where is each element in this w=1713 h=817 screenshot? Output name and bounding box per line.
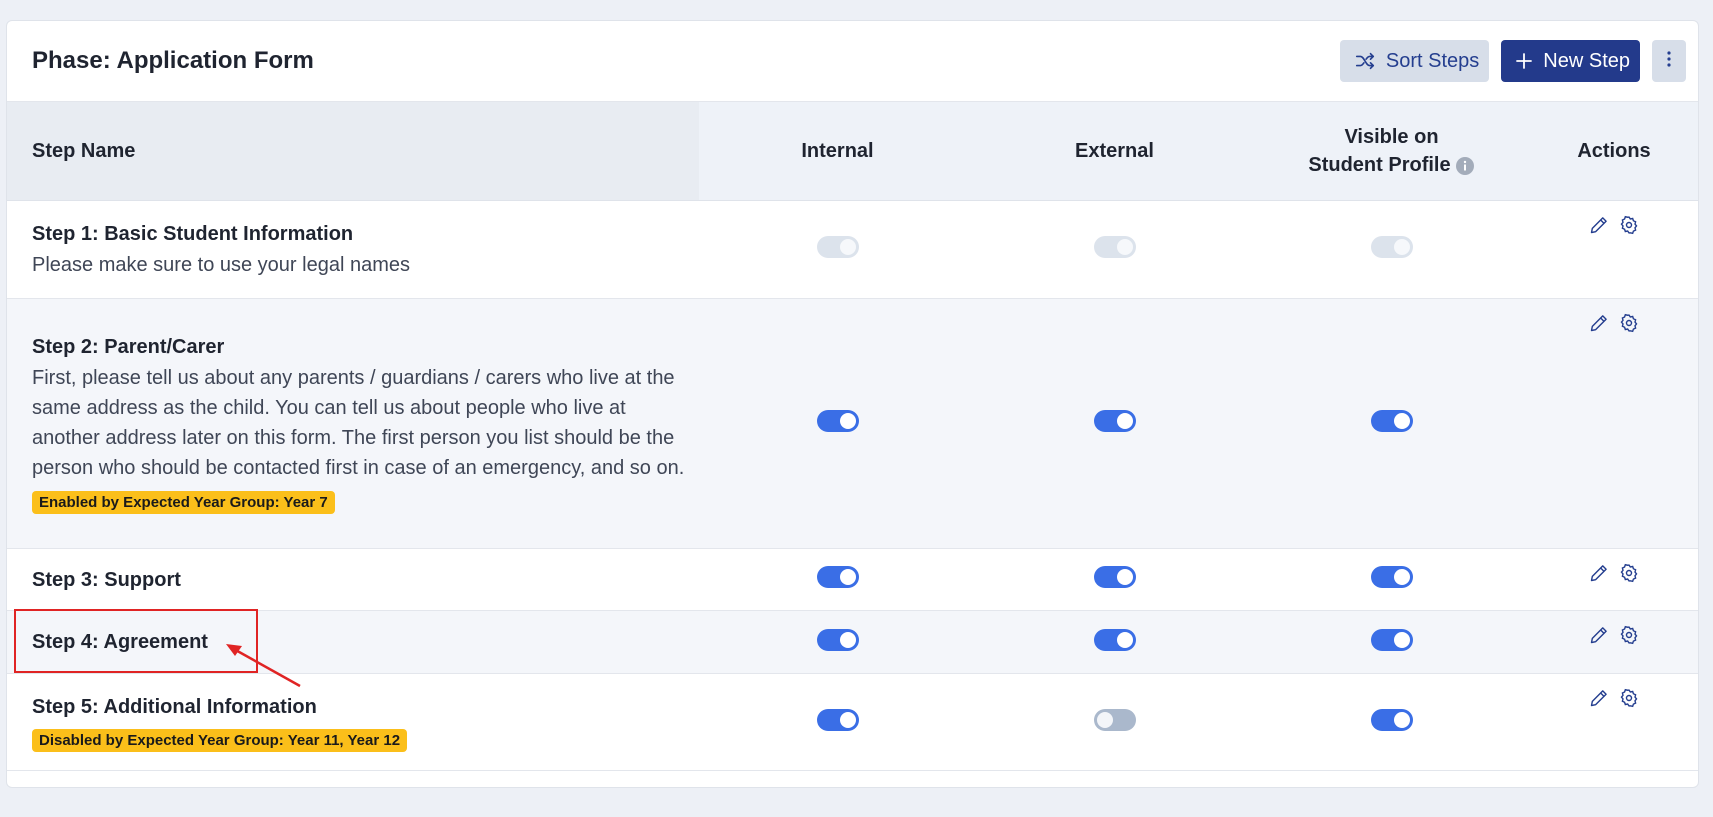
- visible-toggle[interactable]: [1370, 628, 1413, 651]
- condition-badge: Enabled by Expected Year Group: Year 7: [32, 491, 335, 514]
- settings-gear-icon[interactable]: [1619, 625, 1639, 645]
- plus-icon: [1515, 52, 1533, 70]
- external-toggle[interactable]: [1093, 410, 1136, 432]
- visible-cell: [1253, 610, 1530, 674]
- visible-cell: [1253, 298, 1530, 549]
- internal-cell: [699, 610, 976, 674]
- internal-toggle[interactable]: [816, 410, 859, 432]
- sort-steps-label: Sort Steps: [1385, 49, 1480, 72]
- column-internal: Internal: [699, 102, 976, 201]
- visible-label-line1: Visible on: [1344, 126, 1439, 148]
- column-actions: Actions: [1530, 102, 1698, 201]
- visible-toggle[interactable]: [1370, 708, 1413, 731]
- settings-gear-icon[interactable]: [1619, 313, 1639, 333]
- visible-toggle[interactable]: [1370, 236, 1413, 258]
- external-toggle[interactable]: [1093, 628, 1136, 651]
- edit-pencil-icon[interactable]: [1589, 215, 1609, 235]
- step-name-cell: Step 1: Basic Student Information Please…: [7, 200, 699, 299]
- visible-label-line2: Student Profile: [1308, 154, 1451, 176]
- column-external: External: [976, 102, 1253, 201]
- info-icon[interactable]: [1455, 156, 1475, 176]
- phase-card: Phase: Application Form Sort Steps New S…: [6, 20, 1699, 788]
- step-title: Step 4: Agreement: [32, 631, 208, 653]
- external-cell: [976, 548, 1253, 611]
- actions-cell: [1530, 548, 1698, 611]
- settings-gear-icon[interactable]: [1619, 215, 1639, 235]
- actions-cell: [1530, 673, 1698, 771]
- steps-table: Step Name Internal External Visible on S…: [7, 102, 1698, 771]
- step-name-cell: Step 3: Support: [7, 548, 699, 611]
- edit-pencil-icon[interactable]: [1589, 688, 1609, 708]
- condition-badge: Disabled by Expected Year Group: Year 11…: [32, 728, 408, 752]
- step-description: Please make sure to use your legal names: [32, 253, 410, 276]
- kebab-menu-icon: [1667, 50, 1671, 73]
- step-title: Step 5: Additional Information: [32, 695, 317, 718]
- internal-toggle[interactable]: [816, 236, 859, 258]
- sort-steps-button[interactable]: Sort Steps: [1339, 40, 1490, 82]
- external-cell: [976, 200, 1253, 299]
- new-step-label: New Step: [1543, 49, 1630, 72]
- table-header-row: Step Name Internal External Visible on S…: [7, 102, 1698, 201]
- card-header: Phase: Application Form Sort Steps New S…: [7, 21, 1698, 102]
- table-row: Step 5: Additional Information Disabled …: [7, 673, 1698, 771]
- internal-toggle[interactable]: [816, 708, 859, 731]
- external-toggle[interactable]: [1093, 566, 1136, 588]
- step-name-cell: Step 4: Agreement: [7, 610, 699, 674]
- internal-cell: [699, 673, 976, 771]
- actions-cell: [1530, 610, 1698, 674]
- column-visible-on-profile: Visible on Student Profile: [1253, 102, 1530, 201]
- step-title: Step 3: Support: [32, 568, 181, 591]
- edit-pencil-icon[interactable]: [1589, 563, 1609, 583]
- edit-pencil-icon[interactable]: [1589, 313, 1609, 333]
- visible-cell: [1253, 548, 1530, 611]
- step-description: First, please tell us about any parents …: [32, 367, 685, 479]
- external-toggle[interactable]: [1093, 708, 1136, 731]
- internal-toggle[interactable]: [816, 628, 859, 651]
- internal-toggle[interactable]: [816, 566, 859, 588]
- visible-cell: [1253, 200, 1530, 299]
- external-cell: [976, 610, 1253, 674]
- header-actions: Sort Steps New Step: [1339, 40, 1686, 82]
- internal-cell: [699, 298, 976, 549]
- step-name-cell: Step 5: Additional Information Disabled …: [7, 673, 699, 771]
- new-step-button[interactable]: New Step: [1501, 40, 1640, 82]
- table-row: Step 1: Basic Student Information Please…: [7, 200, 1698, 299]
- table-row: Step 4: Agreement: [7, 610, 1698, 674]
- shuffle-icon: [1354, 50, 1376, 72]
- external-cell: [976, 673, 1253, 771]
- visible-toggle[interactable]: [1370, 410, 1413, 432]
- internal-cell: [699, 548, 976, 611]
- external-cell: [976, 298, 1253, 549]
- step-title: Step 2: Parent/Carer: [32, 336, 225, 358]
- column-step-name: Step Name: [7, 102, 699, 201]
- page-title: Phase: Application Form: [32, 47, 314, 74]
- settings-gear-icon[interactable]: [1619, 563, 1639, 583]
- settings-gear-icon[interactable]: [1619, 688, 1639, 708]
- visible-cell: [1253, 673, 1530, 771]
- table-row: Step 3: Support: [7, 548, 1698, 611]
- step-name-cell: Step 2: Parent/Carer First, please tell …: [7, 298, 699, 549]
- more-options-button[interactable]: [1652, 40, 1686, 82]
- edit-pencil-icon[interactable]: [1589, 625, 1609, 645]
- internal-cell: [699, 200, 976, 299]
- visible-toggle[interactable]: [1370, 566, 1413, 588]
- table-row: Step 2: Parent/Carer First, please tell …: [7, 298, 1698, 549]
- actions-cell: [1530, 200, 1698, 299]
- actions-cell: [1530, 298, 1698, 549]
- external-toggle[interactable]: [1093, 236, 1136, 258]
- step-title: Step 1: Basic Student Information: [32, 222, 354, 245]
